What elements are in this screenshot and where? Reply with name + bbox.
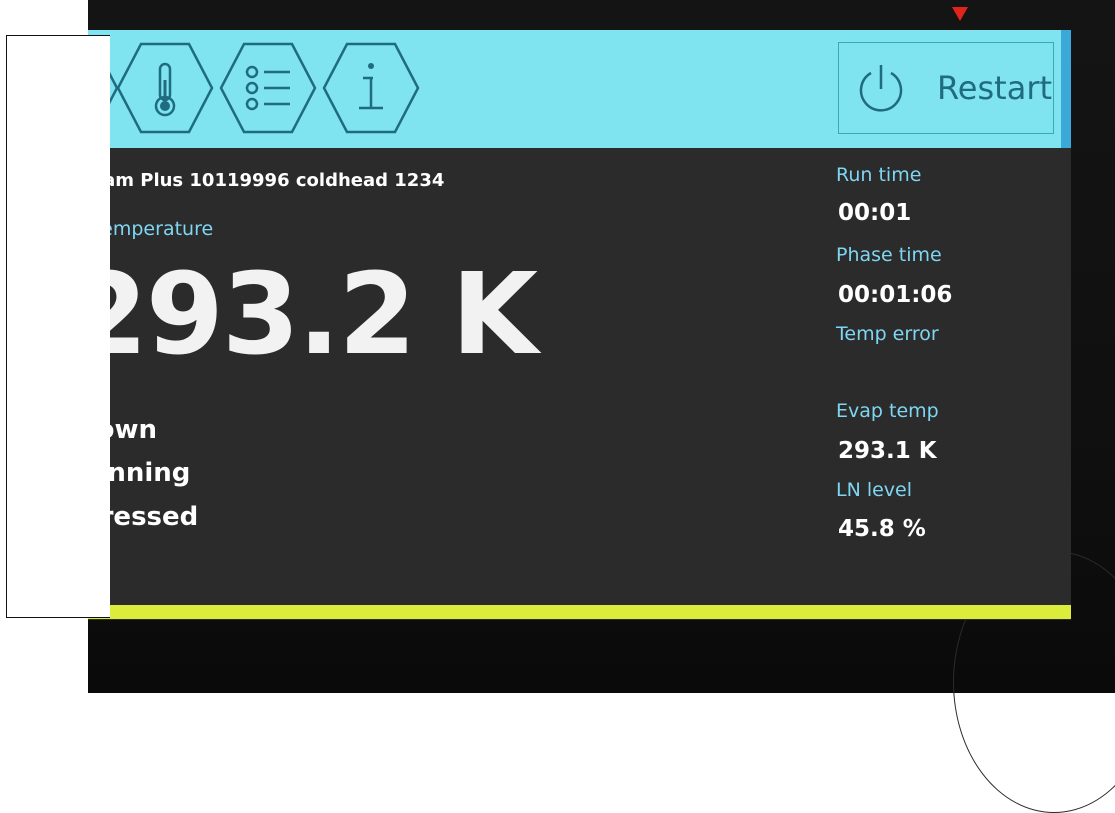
power-icon (859, 65, 903, 112)
info-button[interactable] (321, 40, 421, 136)
run-time-value: 00:01 (838, 200, 912, 226)
temperature-readout: 293.2 K (88, 250, 538, 380)
restart-button[interactable]: Restart (838, 42, 1054, 134)
bottom-status-bar (88, 605, 1071, 619)
annotation-frame (6, 35, 110, 618)
list-icon (219, 42, 317, 134)
toolbar-edge (1061, 30, 1071, 148)
evap-temp-label: Evap temp (836, 400, 939, 422)
evap-temp-value: 293.1 K (838, 438, 937, 464)
controller-screen: Restart ream Plus 10119996 coldhead 1234… (88, 30, 1071, 620)
device-description: ream Plus 10119996 coldhead 1234 (88, 170, 445, 191)
red-arrow-marker (952, 7, 968, 21)
phase-time-value: 00:01:06 (838, 282, 953, 308)
restart-label: Restart (937, 69, 1053, 107)
temperature-button[interactable] (115, 40, 215, 136)
phase-time-label: Phase time (836, 244, 942, 266)
ln-level-value: 45.8 % (838, 516, 926, 542)
top-toolbar: Restart (88, 30, 1071, 148)
ln-level-label: LN level (836, 479, 913, 501)
temp-error-label: Temp error (836, 323, 939, 345)
thermometer-icon (116, 42, 214, 134)
list-button[interactable] (218, 40, 318, 136)
info-icon (322, 42, 420, 134)
run-time-label: Run time (836, 164, 922, 186)
